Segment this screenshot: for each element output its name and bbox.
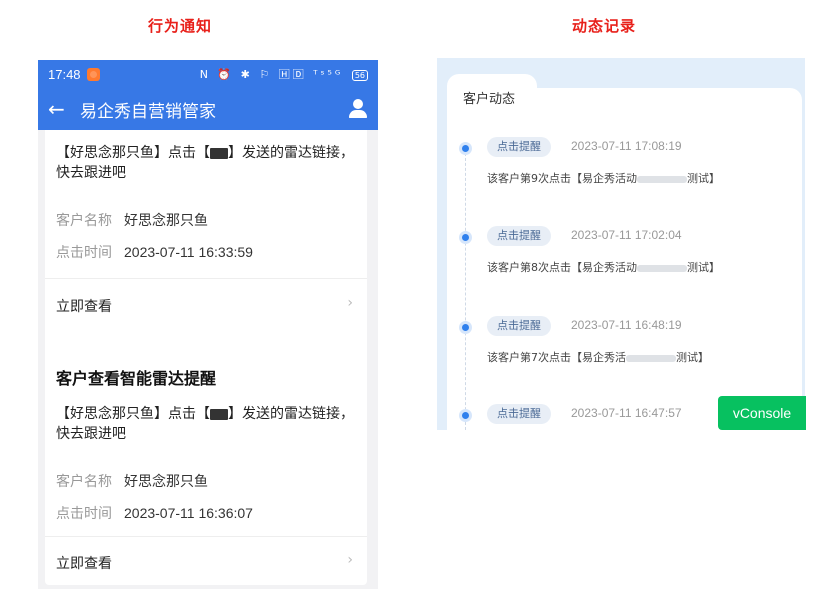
card-title: 客户查看智能雷达提醒 <box>56 369 217 388</box>
nav-title: 易企秀自营销管家 <box>80 101 216 122</box>
timeline-dot-icon <box>459 409 472 422</box>
phone-screen: 17:48 N ⏰ ✱ ⚐ 🄷🄳 ᵀˢ⁵ᴳ 56 ← 易企秀自营销管家 【好思念… <box>38 60 378 589</box>
click-time-label: 点击时间 <box>56 506 112 522</box>
timeline-badge: 点击提醒 <box>487 137 551 157</box>
timeline-time: 2023-07-11 17:02:04 <box>571 228 682 242</box>
timeline-desc: 该客户第7次点击【易企秀活 测试】 <box>487 349 709 365</box>
card-message-prefix: 【好思念那只鱼】点击【 <box>56 145 210 161</box>
timeline-item: 点击提醒 2023-07-11 17:02:04 该客户第8次点击【易企秀活动 测… <box>437 226 805 306</box>
redacted-block <box>210 147 228 159</box>
card-message-prefix: 【好思念那只鱼】点击【 <box>56 406 210 422</box>
chevron-right-icon[interactable]: › <box>347 552 353 568</box>
chevron-right-icon[interactable]: › <box>347 295 353 311</box>
card-divider <box>45 536 367 537</box>
status-icons-text: N ⏰ ✱ ⚐ 🄷🄳 ᵀˢ⁵ᴳ <box>199 68 344 81</box>
timeline-desc-prefix: 该客户第9次点击【易企秀活动 <box>487 172 637 185</box>
timeline-desc-prefix: 该客户第7次点击【易企秀活 <box>487 351 626 364</box>
back-arrow-icon[interactable]: ← <box>48 97 72 121</box>
timeline-item: 点击提醒 2023-07-11 17:08:19 该客户第9次点击【易企秀活动 测… <box>437 137 805 217</box>
user-icon[interactable] <box>348 99 368 119</box>
redacted-block <box>210 408 228 420</box>
timeline-dot-icon <box>459 142 472 155</box>
timeline-time: 2023-07-11 16:48:19 <box>571 318 682 332</box>
caption-activity-log: 动态记录 <box>572 17 637 35</box>
click-time-label: 点击时间 <box>56 245 112 261</box>
click-time-row: 点击时间 2023-07-11 16:33:59 <box>56 242 253 262</box>
battery-icon: 56 <box>351 69 368 81</box>
customer-name-row: 客户名称 好思念那只鱼 <box>56 210 208 230</box>
click-time-value: 2023-07-11 16:36:07 <box>124 505 253 521</box>
view-now-link[interactable]: 立即查看 <box>56 553 112 573</box>
timeline-desc-suffix: 测试】 <box>676 351 709 364</box>
customer-name-label: 客户名称 <box>56 474 112 490</box>
card-message: 【好思念那只鱼】点击【 】发送的雷达链接，快去跟进吧 <box>56 143 356 183</box>
timeline-dot-icon <box>459 231 472 244</box>
timeline-time: 2023-07-11 17:08:19 <box>571 139 682 153</box>
customer-name-row: 客户名称 好思念那只鱼 <box>56 471 208 491</box>
timeline-badge: 点击提醒 <box>487 404 551 424</box>
timeline-badge: 点击提醒 <box>487 226 551 246</box>
timeline-time: 2023-07-11 16:47:57 <box>571 406 682 420</box>
customer-name-value: 好思念那只鱼 <box>124 213 208 229</box>
card-divider <box>45 278 367 279</box>
timeline-desc-suffix: 测试】 <box>687 261 720 274</box>
timeline-desc-prefix: 该客户第8次点击【易企秀活动 <box>487 261 637 274</box>
notification-card: 【好思念那只鱼】点击【 】发送的雷达链接，快去跟进吧 客户名称 好思念那只鱼 点击时… <box>45 130 367 385</box>
blurred-text <box>637 175 687 183</box>
activity-panel: 客户动态 点击提醒 2023-07-11 17:08:19 该客户第9次点击【易… <box>437 58 805 430</box>
timeline-desc: 该客户第8次点击【易企秀活动 测试】 <box>487 259 720 275</box>
customer-name-value: 好思念那只鱼 <box>124 474 208 490</box>
card-message: 【好思念那只鱼】点击【 】发送的雷达链接，快去跟进吧 <box>56 404 356 444</box>
blurred-text <box>637 264 687 272</box>
status-icons: N ⏰ ✱ ⚐ 🄷🄳 ᵀˢ⁵ᴳ 56 <box>200 66 368 82</box>
nav-bar: ← 易企秀自营销管家 <box>38 88 378 130</box>
click-time-row: 点击时间 2023-07-11 16:36:07 <box>56 503 253 523</box>
vconsole-button[interactable]: vConsole <box>718 396 806 430</box>
timeline-desc: 该客户第9次点击【易企秀活动 测试】 <box>487 170 720 186</box>
blurred-text <box>626 354 676 362</box>
click-time-value: 2023-07-11 16:33:59 <box>124 244 253 260</box>
timeline-badge: 点击提醒 <box>487 316 551 336</box>
notification-card: 客户查看智能雷达提醒 【好思念那只鱼】点击【 】发送的雷达链接，快去跟进吧 客户名… <box>45 348 367 585</box>
activity-title: 客户动态 <box>463 92 516 107</box>
timeline-desc-suffix: 测试】 <box>687 172 720 185</box>
status-bar: 17:48 N ⏰ ✱ ⚐ 🄷🄳 ᵀˢ⁵ᴳ 56 <box>38 60 378 88</box>
view-now-link[interactable]: 立即查看 <box>56 296 112 316</box>
timeline-dot-icon <box>459 321 472 334</box>
customer-name-label: 客户名称 <box>56 213 112 229</box>
app-notification-icon <box>86 67 100 81</box>
timeline-item: 点击提醒 2023-07-11 16:48:19 该客户第7次点击【易企秀活 测试… <box>437 316 805 396</box>
caption-behavior-notice: 行为通知 <box>148 17 213 35</box>
status-time: 17:48 <box>48 66 81 82</box>
